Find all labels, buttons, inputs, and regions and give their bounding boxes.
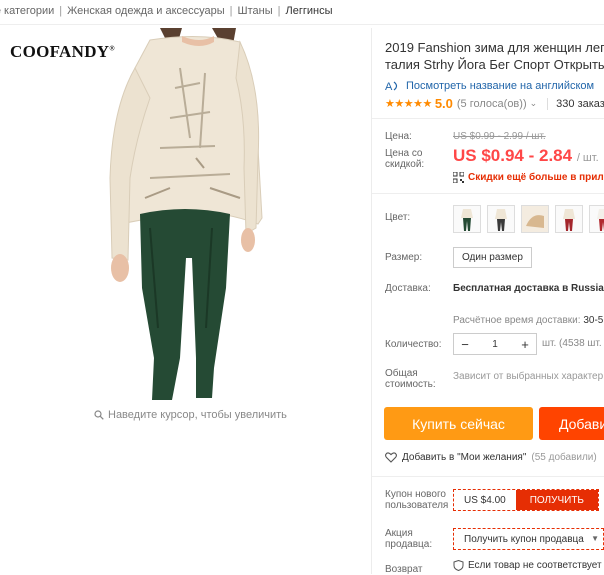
breadcrumb-item-womens-clothing[interactable]: Женская одежда и аксессуары xyxy=(67,5,225,17)
breadcrumb-separator: | xyxy=(59,5,63,17)
decrease-quantity-button[interactable]: − xyxy=(454,337,476,352)
svg-text:A: A xyxy=(385,81,393,93)
add-to-cart-button[interactable]: Добави xyxy=(539,407,604,440)
shield-icon xyxy=(453,560,464,571)
color-swatch[interactable] xyxy=(555,205,583,233)
price-unit: / шт. xyxy=(576,152,599,164)
votes-count[interactable]: (5 голоса(ов)) xyxy=(457,98,527,110)
heart-icon xyxy=(385,452,397,463)
divider xyxy=(371,28,372,574)
product-photo-illustration xyxy=(0,28,371,406)
add-to-wishlist-link[interactable]: Добавить в "Мои желания" (55 добавили) xyxy=(385,452,597,463)
divider xyxy=(0,24,604,25)
price-label: Цена: xyxy=(385,131,412,142)
translate-link-text: Посмотреть название на английском xyxy=(406,80,595,92)
color-label: Цвет: xyxy=(385,212,411,223)
rating-row: ★★★★★ 5.0 (5 голоса(ов)) ⌄ 330 заказа xyxy=(385,96,604,111)
breadcrumb-item-all-categories[interactable]: Все категории xyxy=(0,5,54,17)
delivery-estimate: Расчётное время доставки: 30-5 xyxy=(453,315,603,326)
divider xyxy=(372,118,604,119)
qr-code-icon xyxy=(453,172,464,183)
translate-icon: A xyxy=(385,81,398,93)
divider xyxy=(372,476,604,477)
rating-value: 5.0 xyxy=(434,96,453,111)
breadcrumb-item-leggings[interactable]: Леггинсы xyxy=(286,5,333,17)
wishlist-text: Добавить в "Мои желания" xyxy=(402,452,527,463)
new-user-coupon: US $4.00 ПОЛУЧИТЬ xyxy=(453,489,599,511)
shipping-method[interactable]: Бесплатная доставка в Russian xyxy=(453,283,604,294)
seller-promotion-label: Акция продавца: xyxy=(385,528,433,550)
breadcrumb: Все категории | Женская одежда и аксессу… xyxy=(0,3,333,19)
buy-now-button[interactable]: Купить сейчас xyxy=(384,407,533,440)
discount-price: US $0.94 - 2.84 / шт. xyxy=(453,146,599,166)
delivery-estimate-label: Расчётное время доставки: xyxy=(453,315,581,326)
seller-coupon-select[interactable]: Получить купон продавца ▼ xyxy=(453,528,604,550)
total-cost-value: Зависит от выбранных характер xyxy=(453,371,604,382)
total-cost-label: Общая стоимость: xyxy=(385,368,436,390)
color-swatch[interactable] xyxy=(521,205,549,233)
return-label: Возврат xyxy=(385,564,423,575)
get-coupon-button[interactable]: ПОЛУЧИТЬ xyxy=(515,490,598,510)
product-title-line: талия Strhy Йога Бег Спорт Открытый xyxy=(385,57,604,72)
caret-down-icon: ▼ xyxy=(591,534,599,543)
size-label: Размер: xyxy=(385,252,423,263)
zoom-hint: Наведите курсор, чтобы увеличить xyxy=(94,409,287,421)
product-title-line: 2019 Fanshion зима для женщин легги xyxy=(385,40,604,55)
product-title: 2019 Fanshion зима для женщин легги тали… xyxy=(385,39,604,73)
color-swatch[interactable] xyxy=(453,205,481,233)
new-user-coupon-label: Купон нового пользователя xyxy=(385,489,449,511)
stock-count: шт. (4538 шт. xyxy=(542,338,602,349)
increase-quantity-button[interactable]: + xyxy=(514,337,536,352)
divider xyxy=(372,193,604,194)
quantity-label: Количество: xyxy=(385,339,442,350)
return-policy-text: Если товар не соответствует xyxy=(468,560,602,571)
coupon-value: US $4.00 xyxy=(464,494,506,506)
discount-price-label: Цена со скидкой: xyxy=(385,148,425,170)
size-option-one-size[interactable]: Один размер xyxy=(453,247,532,268)
product-main-image[interactable] xyxy=(0,28,371,406)
return-policy: Если товар не соответствует xyxy=(453,560,602,571)
app-discount-text: Скидки ещё больше в прилож xyxy=(468,172,604,183)
app-discount-link[interactable]: Скидки ещё больше в прилож xyxy=(453,172,604,183)
breadcrumb-item-pants[interactable]: Штаны xyxy=(238,5,273,17)
brand-logo: COOFANDY® xyxy=(10,42,115,61)
quantity-input[interactable]: 1 xyxy=(476,339,514,350)
seller-coupon-select-value: Получить купон продавца xyxy=(464,533,584,545)
discount-price-value: US $0.94 - 2.84 xyxy=(453,146,573,165)
breadcrumb-separator: | xyxy=(229,5,233,17)
rating-stars-icon: ★★★★★ xyxy=(385,98,432,110)
delivery-estimate-value: 30-5 xyxy=(583,315,604,326)
color-swatches xyxy=(453,205,604,233)
color-swatch[interactable] xyxy=(487,205,515,233)
shipping-text: Бесплатная доставка в Russian xyxy=(453,283,604,294)
wishlist-count: (55 добавили) xyxy=(531,452,597,463)
chevron-down-icon[interactable]: ⌄ xyxy=(530,98,538,109)
color-swatch[interactable] xyxy=(589,205,604,233)
magnifier-icon xyxy=(94,410,104,420)
original-price: US $0.99 - 2.99 / шт. xyxy=(453,131,546,142)
breadcrumb-separator: | xyxy=(277,5,281,17)
zoom-hint-text: Наведите курсор, чтобы увеличить xyxy=(108,409,287,421)
orders-count: 330 заказа xyxy=(547,97,604,110)
translate-title-link[interactable]: A Посмотреть название на английском xyxy=(385,79,594,93)
shipping-label: Доставка: xyxy=(385,283,431,294)
quantity-stepper: − 1 + xyxy=(453,333,537,355)
